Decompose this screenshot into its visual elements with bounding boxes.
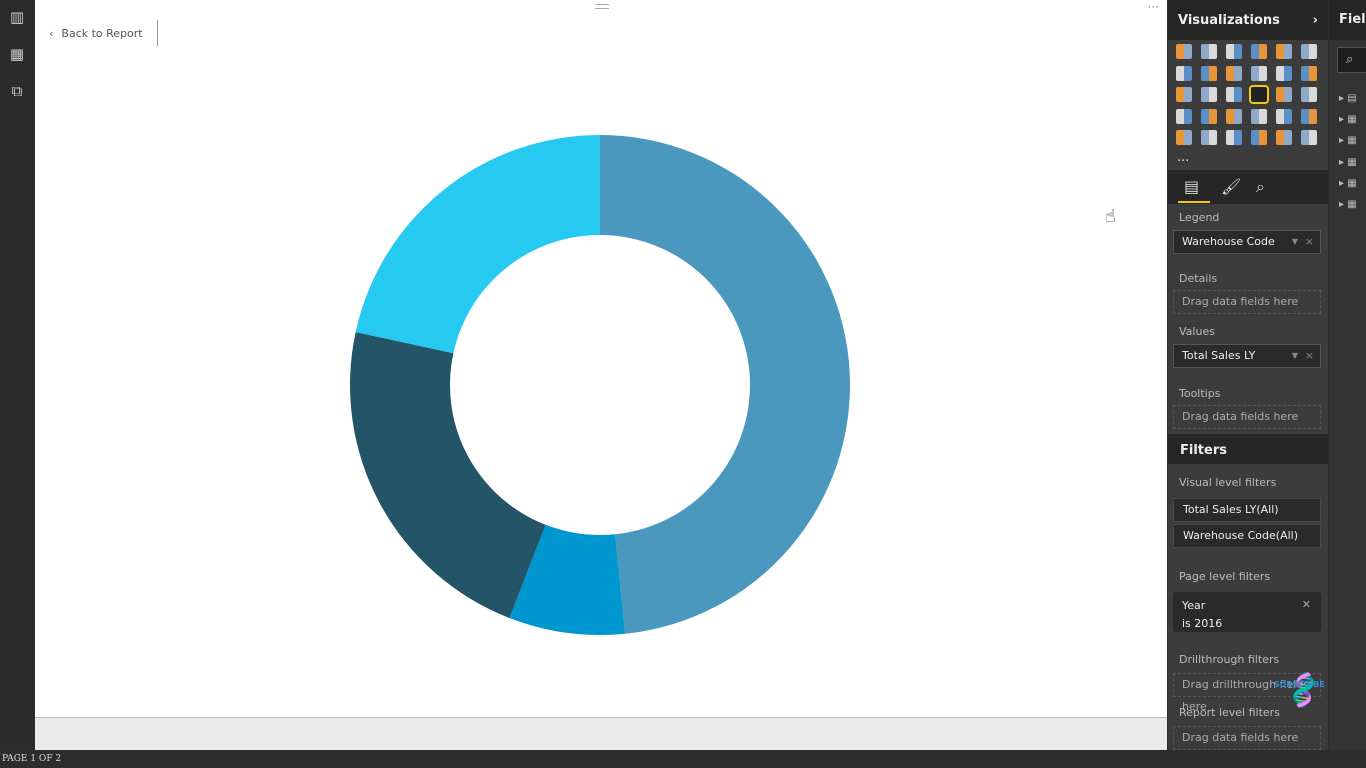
area-visual-icon[interactable] <box>1201 65 1217 81</box>
collapse-chevron-icon[interactable]: › <box>1313 13 1318 28</box>
field-table-item[interactable]: ▸ ▦ <box>1339 199 1357 210</box>
visualizations-title: Visualizations <box>1178 12 1280 28</box>
line-stacked-column-visual-icon[interactable] <box>1276 65 1292 81</box>
map-visual-icon[interactable] <box>1301 87 1317 102</box>
page-filter-year[interactable]: Year is 2016 ✕ <box>1173 592 1321 632</box>
pie-visual-icon[interactable] <box>1226 87 1242 102</box>
field-table-item[interactable]: ▸ ▦ <box>1339 135 1357 146</box>
remove-icon[interactable]: × <box>1305 231 1314 253</box>
more-visuals-button[interactable]: ... <box>1177 150 1189 165</box>
table-visual-icon[interactable] <box>1226 130 1242 145</box>
line-clustered-column-visual-icon[interactable] <box>1251 65 1267 81</box>
active-tab-indicator <box>1178 201 1210 203</box>
fields-title: Fields <box>1329 0 1366 40</box>
ribbon-visual-icon[interactable] <box>1301 65 1317 81</box>
relationships-view-icon[interactable]: ⧉ <box>8 83 26 99</box>
gauge-visual-icon[interactable] <box>1251 108 1267 124</box>
legend-label: Legend <box>1179 211 1220 224</box>
funnel-visual-icon[interactable] <box>1226 108 1242 124</box>
remove-icon[interactable]: × <box>1305 345 1314 367</box>
dropdown-icon[interactable]: ▼ <box>1292 231 1298 253</box>
values-field: Total Sales LY <box>1182 349 1256 362</box>
visual-gallery <box>1176 44 1326 152</box>
fields-pane: Fields ⌕ ▸ ▤ ▸ ▦ ▸ ▦ ▸ ▦ ▸ ▦ ▸ ▦ <box>1329 0 1366 750</box>
field-table-item[interactable]: ▸ ▤ <box>1339 93 1357 104</box>
remove-filter-icon[interactable]: ✕ <box>1302 596 1311 614</box>
left-rail: ▥ ▦ ⧉ <box>0 0 35 750</box>
legend-field: Warehouse Code <box>1182 235 1275 248</box>
field-table-item[interactable]: ▸ ▦ <box>1339 157 1357 168</box>
page-filters-label: Page level filters <box>1179 570 1271 583</box>
data-view-icon[interactable]: ▦ <box>8 46 26 62</box>
search-icon: ⌕ <box>1346 52 1354 67</box>
report-canvas: ‹ Back to Report ··· ☝ <box>35 0 1167 750</box>
pane-tabs: ▤ 🖌 ⌕ <box>1168 170 1328 204</box>
analytics-magnifier-icon[interactable]: ⌕ <box>1256 177 1265 197</box>
stacked-bar-visual-icon[interactable] <box>1176 44 1192 59</box>
stacked-area-visual-icon[interactable] <box>1226 65 1242 81</box>
donut-slice-3[interactable] <box>350 331 546 619</box>
dropdown-icon[interactable]: ▼ <box>1292 345 1298 367</box>
clustered-column-visual-icon[interactable] <box>1251 44 1267 59</box>
page-indicator: PAGE 1 OF 2 <box>0 750 1366 768</box>
100-stacked-column-visual-icon[interactable] <box>1301 44 1317 59</box>
tooltips-label: Tooltips <box>1179 387 1221 400</box>
stacked-column-visual-icon[interactable] <box>1201 44 1217 59</box>
format-paint-roller-icon[interactable]: 🖌 <box>1221 177 1241 196</box>
visual-filters-label: Visual level filters <box>1179 476 1277 489</box>
field-table-item[interactable]: ▸ ▦ <box>1339 114 1357 125</box>
filters-title: Filters <box>1168 434 1328 464</box>
legend-field-well[interactable]: Warehouse Code ▼ × <box>1173 230 1321 254</box>
donut-chart[interactable] <box>35 0 1167 718</box>
slicer-visual-icon[interactable] <box>1201 130 1217 145</box>
values-field-well[interactable]: Total Sales LY ▼ × <box>1173 344 1321 368</box>
report-filters-label: Report level filters <box>1179 706 1280 719</box>
card-visual-icon[interactable] <box>1301 108 1317 124</box>
report-view-icon[interactable]: ▥ <box>8 9 26 25</box>
subscribe-watermark: SUBSCRIBE <box>1274 680 1325 689</box>
matrix-visual-icon[interactable] <box>1251 130 1267 145</box>
filled-map-visual-icon[interactable] <box>1176 108 1192 124</box>
clustered-bar-visual-icon[interactable] <box>1226 44 1242 59</box>
kpi-visual-icon[interactable] <box>1176 130 1192 145</box>
100-stacked-bar-visual-icon[interactable] <box>1276 44 1292 59</box>
fields-search-input[interactable]: ⌕ <box>1337 47 1366 73</box>
report-page: ‹ Back to Report ··· ☝ <box>35 0 1167 718</box>
field-table-item[interactable]: ▸ ▦ <box>1339 178 1357 189</box>
donut-slice-4[interactable] <box>355 135 600 354</box>
multi-row-card-visual-icon[interactable] <box>1276 108 1292 124</box>
donut-visual-icon[interactable] <box>1249 85 1269 104</box>
shape-map-visual-icon[interactable] <box>1201 108 1217 124</box>
drillthrough-label: Drillthrough filters <box>1179 653 1280 666</box>
r-visual-visual-icon[interactable] <box>1276 130 1292 145</box>
fields-tab-icon[interactable]: ▤ <box>1184 177 1199 196</box>
treemap-visual-icon[interactable] <box>1276 87 1292 102</box>
details-well[interactable]: Drag data fields here <box>1173 290 1321 314</box>
waterfall-visual-icon[interactable] <box>1176 87 1192 102</box>
tooltips-well[interactable]: Drag data fields here <box>1173 405 1321 429</box>
filter-value: is 2016 <box>1182 617 1223 630</box>
visualizations-pane: Visualizations › ... ▤ 🖌 ⌕ Legend Warehou… <box>1168 0 1328 750</box>
line-visual-icon[interactable] <box>1176 65 1192 81</box>
hand-cursor-icon: ☝ <box>1105 206 1116 227</box>
report-filters-well[interactable]: Drag data fields here <box>1173 726 1321 750</box>
globe-visual-icon[interactable] <box>1301 130 1317 145</box>
donut-slice-1[interactable] <box>600 135 850 634</box>
values-label: Values <box>1179 325 1215 338</box>
details-label: Details <box>1179 272 1218 285</box>
visual-filter-total-sales[interactable]: Total Sales LY(All) <box>1173 498 1321 522</box>
visual-filter-warehouse-code[interactable]: Warehouse Code(All) <box>1173 524 1321 548</box>
filter-field: Year <box>1182 599 1206 612</box>
scatter-visual-icon[interactable] <box>1201 87 1217 102</box>
